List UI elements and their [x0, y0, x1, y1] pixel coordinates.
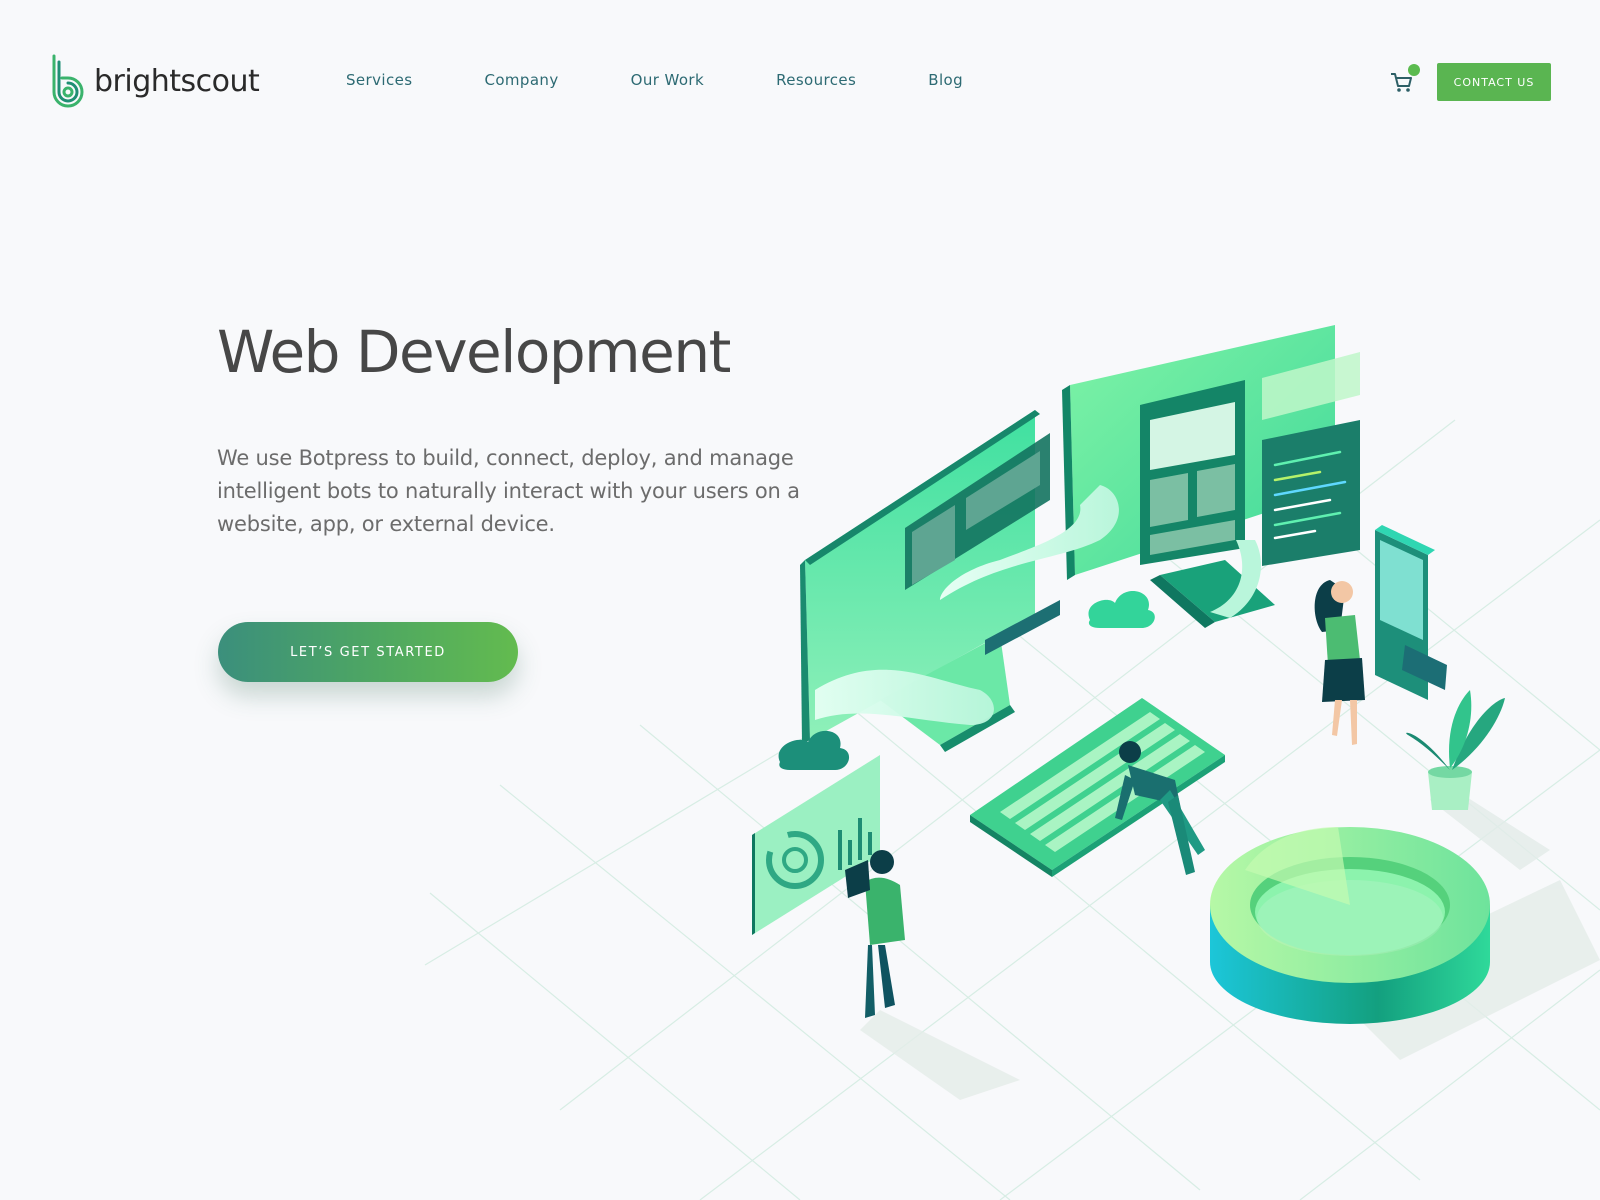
man-with-tablet	[845, 850, 905, 1018]
donut-chart-graphic	[1210, 827, 1490, 1024]
monitor-left	[800, 410, 1060, 752]
nav-item-blog[interactable]: Blog	[928, 71, 963, 89]
nav-item-services[interactable]: Services	[346, 71, 412, 89]
site-header: brightscout Services Company Our Work Re…	[0, 0, 1600, 164]
page-title: Web Development	[217, 318, 731, 386]
contact-us-button[interactable]: CONTACT US	[1437, 63, 1551, 101]
phone-device	[1375, 525, 1447, 700]
analytics-panel	[752, 755, 880, 935]
cart-button[interactable]	[1390, 64, 1424, 94]
potted-plant	[1406, 690, 1505, 810]
keyboard	[970, 698, 1225, 877]
hero-description: We use Botpress to build, connect, deplo…	[217, 446, 800, 536]
cart-badge-dot	[1408, 64, 1420, 76]
standing-woman	[1314, 580, 1365, 745]
brightscout-logo-icon	[52, 54, 84, 108]
hero-illustration	[424, 325, 1600, 1200]
data-ribbon	[815, 485, 1262, 725]
nav-item-company[interactable]: Company	[484, 71, 558, 89]
brand-name: brightscout	[94, 63, 260, 99]
main-nav: Services Company Our Work Resources Blog	[346, 71, 1035, 89]
crawling-man	[1115, 741, 1205, 875]
monitor-right	[1062, 325, 1360, 628]
nav-item-our-work[interactable]: Our Work	[631, 71, 704, 89]
nav-item-resources[interactable]: Resources	[776, 71, 856, 89]
cloud-shapes	[778, 591, 1155, 770]
get-started-button[interactable]: LET’S GET STARTED	[218, 622, 518, 682]
brand-logo-link[interactable]: brightscout	[48, 52, 260, 108]
